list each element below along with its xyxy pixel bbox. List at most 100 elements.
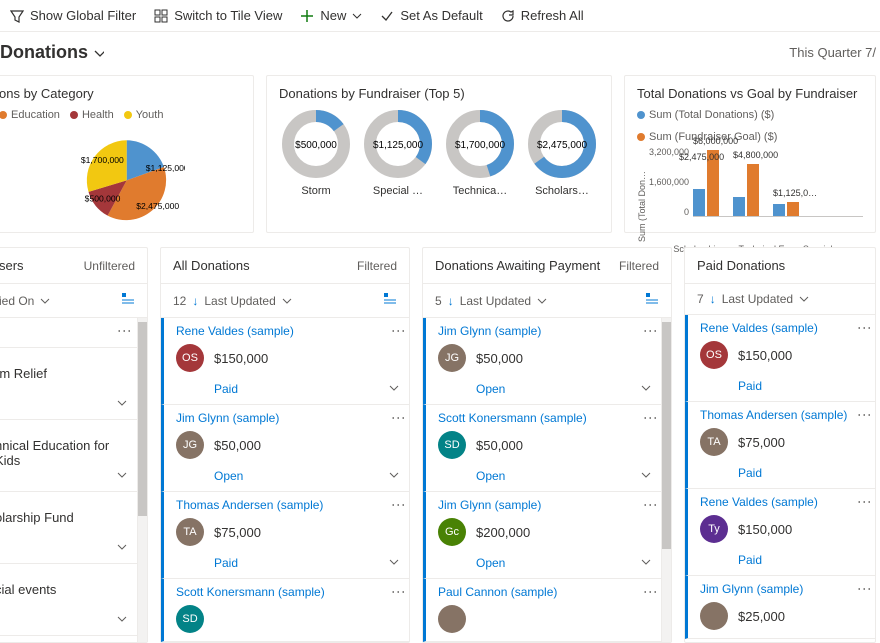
tile-icon (154, 9, 168, 23)
chevron-down-icon[interactable] (117, 396, 127, 411)
donut-item: $500,000 Storm (279, 109, 353, 197)
panel-fundraisers: sers Unfiltered ied On ⋮ rm Relief hnica… (0, 247, 148, 643)
donor-link[interactable]: Rene Valdes (sample) (700, 495, 818, 509)
sort-field[interactable]: ied On (0, 294, 34, 308)
donor-link[interactable]: Scott Konersmann (sample) (438, 411, 587, 425)
more-icon[interactable]: ⋮ (649, 324, 653, 338)
chevron-down-icon[interactable] (117, 612, 127, 627)
chevron-down-icon[interactable] (641, 468, 651, 483)
page-title[interactable]: Donations (0, 42, 104, 63)
panels-row: sers Unfiltered ied On ⋮ rm Relief hnica… (0, 247, 880, 643)
scrollbar[interactable] (661, 318, 671, 642)
chevron-down-icon[interactable] (282, 296, 292, 306)
show-global-filter[interactable]: Show Global Filter (10, 8, 136, 23)
donation-card[interactable]: Paul Cannon (sample) ⋮ (423, 579, 661, 642)
donor-link[interactable]: Jim Glynn (sample) (176, 411, 279, 425)
donation-card[interactable]: Rene Valdes (sample) ⋮ OS $150,000 Paid (161, 318, 409, 405)
scrollbar[interactable] (137, 318, 147, 642)
chart-title: Donations by Fundraiser (Top 5) (279, 86, 599, 101)
chevron-down-icon[interactable] (641, 381, 651, 396)
more-icon[interactable]: ⋮ (863, 321, 867, 335)
donation-card[interactable]: Rene Valdes (sample) ⋮ Ty $150,000 Paid (685, 489, 875, 576)
panel-filter-state: Unfiltered (84, 259, 135, 273)
donor-link[interactable]: Jim Glynn (sample) (700, 582, 803, 596)
donor-link[interactable]: Rene Valdes (sample) (700, 321, 818, 335)
avatar: Gc (438, 518, 466, 546)
donor-link[interactable]: Paul Cannon (sample) (438, 585, 557, 599)
donation-card[interactable]: Jim Glynn (sample) ⋮ $25,000 (685, 576, 875, 639)
chart-legend: Education Health Youth (0, 109, 241, 121)
more-icon[interactable]: ⋮ (397, 498, 401, 512)
more-icon[interactable]: ⋮ (649, 585, 653, 599)
donation-amount: $50,000 (214, 438, 261, 453)
more-icon[interactable]: ⋮ (863, 582, 867, 596)
chevron-down-icon[interactable] (40, 296, 50, 306)
chevron-down-icon[interactable] (641, 555, 651, 570)
record-count: 7 (697, 292, 704, 306)
new-button[interactable]: New (300, 8, 362, 23)
avatar: SD (438, 431, 466, 459)
more-icon[interactable]: ⋮ (397, 585, 401, 599)
y-axis-label: Sum (Total Don… (637, 147, 647, 242)
filter-icon (10, 9, 24, 23)
more-icon[interactable]: ⋮ (397, 411, 401, 425)
donation-amount: $50,000 (476, 438, 523, 453)
chevron-down-icon[interactable] (389, 555, 399, 570)
list-item[interactable]: ⋮ (0, 318, 137, 348)
donation-card[interactable]: Jim Glynn (sample) ⋮ JG $50,000 Open (423, 318, 661, 405)
record-count: 5 (435, 294, 442, 308)
list-view-icon[interactable] (383, 292, 397, 309)
donation-status: Paid (214, 382, 401, 396)
more-icon[interactable]: ⋮ (123, 324, 127, 338)
list-view-icon[interactable] (121, 292, 135, 309)
sort-field[interactable]: Last Updated (460, 294, 531, 308)
arrow-down-icon: ↓ (192, 294, 198, 308)
list-view-icon[interactable] (645, 292, 659, 309)
more-icon[interactable]: ⋮ (397, 324, 401, 338)
donation-card[interactable]: Jim Glynn (sample) ⋮ JG $50,000 Open (161, 405, 409, 492)
donor-link[interactable]: Thomas Andersen (sample) (176, 498, 323, 512)
donation-amount: $75,000 (214, 525, 261, 540)
chevron-down-icon[interactable] (799, 294, 809, 304)
donation-status: Open (476, 556, 653, 570)
donation-status: Paid (738, 379, 867, 393)
donor-link[interactable]: Thomas Andersen (sample) (700, 408, 847, 422)
donation-card[interactable]: Scott Konersmann (sample) ⋮ SD $50,000 O… (423, 405, 661, 492)
fundraiser-item[interactable]: cial events (0, 564, 137, 636)
chart-donations-by-category: ons by Category Education Health Youth $… (0, 75, 254, 233)
fundraiser-item[interactable]: olarship Fund (0, 492, 137, 564)
more-icon[interactable]: ⋮ (649, 498, 653, 512)
more-icon[interactable]: ⋮ (863, 495, 867, 509)
chevron-down-icon (94, 48, 104, 58)
chevron-down-icon[interactable] (389, 381, 399, 396)
donation-amount: $150,000 (738, 522, 792, 537)
donation-card[interactable]: Thomas Andersen (sample) ⋮ TA $75,000 Pa… (161, 492, 409, 579)
chevron-down-icon[interactable] (537, 296, 547, 306)
more-icon[interactable]: ⋮ (649, 411, 653, 425)
panel-title: sers (0, 258, 24, 273)
donor-link[interactable]: Rene Valdes (sample) (176, 324, 294, 338)
chart-donations-vs-goal: Total Donations vs Goal by Fundraiser Su… (624, 75, 876, 233)
donation-card[interactable]: Thomas Andersen (sample) ⋮ TA $75,000 Pa… (685, 402, 875, 489)
chevron-down-icon[interactable] (117, 468, 127, 483)
refresh-all[interactable]: Refresh All (501, 8, 584, 23)
set-default[interactable]: Set As Default (380, 8, 482, 23)
donation-card[interactable]: Jim Glynn (sample) ⋮ Gc $200,000 Open (423, 492, 661, 579)
sort-field[interactable]: Last Updated (204, 294, 275, 308)
fundraiser-item[interactable]: hnical Education for Kids (0, 420, 137, 492)
donut-item: $2,475,000 Scholars… (525, 109, 599, 197)
donation-card[interactable]: Scott Konersmann (sample) ⋮ SD (161, 579, 409, 642)
fundraiser-item[interactable]: rm Relief (0, 348, 137, 420)
donation-card[interactable]: Rene Valdes (sample) ⋮ OS $150,000 Paid (685, 315, 875, 402)
donor-link[interactable]: Jim Glynn (sample) (438, 324, 541, 338)
avatar: JG (438, 344, 466, 372)
chevron-down-icon[interactable] (389, 468, 399, 483)
more-icon[interactable]: ⋮ (863, 408, 867, 422)
legend-item: Health (70, 109, 114, 121)
sort-field[interactable]: Last Updated (722, 292, 793, 306)
switch-tile-view[interactable]: Switch to Tile View (154, 8, 282, 23)
chevron-down-icon[interactable] (117, 540, 127, 555)
page-header: Donations This Quarter 7/ (0, 32, 880, 75)
donor-link[interactable]: Jim Glynn (sample) (438, 498, 541, 512)
donor-link[interactable]: Scott Konersmann (sample) (176, 585, 325, 599)
